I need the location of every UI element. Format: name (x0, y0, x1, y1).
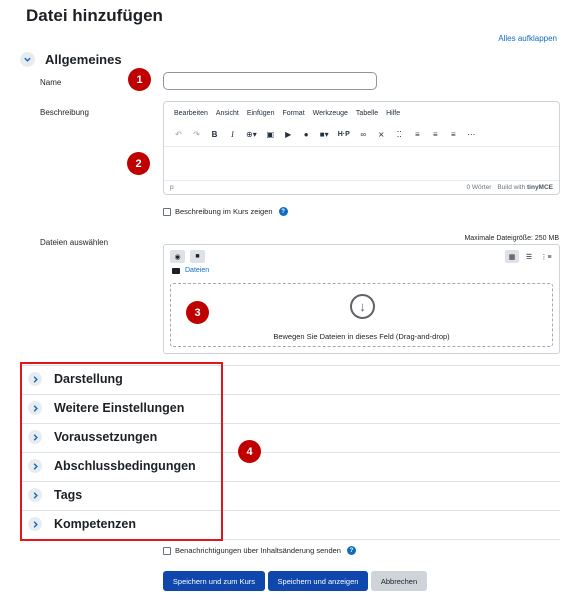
menu-table[interactable]: Tabelle (356, 110, 378, 117)
align-center-icon[interactable]: ≡ (431, 130, 440, 139)
tinymce-logo: tinyMCE (527, 184, 553, 191)
word-count: 0 Wörter (466, 184, 492, 191)
max-file-size: Maximale Dateigröße: 250 MB (464, 235, 559, 242)
undo-icon[interactable]: ↶ (174, 130, 183, 139)
help-icon[interactable]: ? (346, 546, 356, 555)
files-label: Dateien auswählen (40, 238, 109, 247)
chevron-down-icon (20, 52, 35, 67)
notify-checkbox[interactable] (163, 546, 171, 555)
menu-insert[interactable]: Einfügen (247, 110, 275, 117)
image-icon[interactable]: ▣ (266, 130, 275, 139)
description-editor: Bearbeiten Ansicht Einfügen Format Werkz… (163, 101, 560, 195)
create-folder-icon[interactable]: ■ (190, 250, 205, 263)
media-icon[interactable]: ▶ (284, 130, 293, 139)
file-manager: ◉ ■ ▦ ☰ ⋮≡ Dateien ↓ Bewegen Sie Dateien… (163, 244, 560, 354)
emoji-icon[interactable]: ⁚⁚ (395, 130, 404, 139)
build-with-label: Build with (497, 184, 526, 191)
download-arrow-icon: ↓ (350, 294, 375, 319)
editor-menubar: Bearbeiten Ansicht Einfügen Format Werkz… (174, 110, 400, 117)
bold-icon[interactable]: B (210, 130, 219, 139)
notify-label: Benachrichtigungen über Inhaltsänderung … (175, 546, 341, 555)
folder-name: Dateien (185, 267, 210, 274)
description-label: Beschreibung (40, 108, 89, 117)
align-right-icon[interactable]: ≡ (449, 130, 458, 139)
more-icon[interactable]: ⋯ (467, 130, 476, 139)
editor-path: p (170, 184, 174, 191)
add-file-icon[interactable]: ◉ (170, 250, 185, 263)
show-description-checkbox[interactable] (163, 207, 171, 216)
h5p-icon[interactable]: H·P (338, 131, 350, 138)
link-icon[interactable]: ∞ (359, 130, 368, 139)
section-general-title: Allgemeines (45, 52, 122, 67)
view-tree-icon[interactable]: ⋮≡ (539, 250, 553, 263)
help-icon[interactable]: ? (278, 207, 288, 216)
microphone-icon[interactable]: ● (302, 130, 311, 139)
name-input[interactable] (163, 72, 377, 90)
expand-all-link[interactable]: Alles aufklappen (498, 34, 557, 43)
save-display-button[interactable]: Speichern und anzeigen (268, 571, 368, 591)
editor-toolbar: ↶ ↷ B I ⊕▾ ▣ ▶ ● ■▾ H·P ∞ ⨯ ⁚⁚ ≡ ≡ ≡ ⋯ (174, 130, 476, 139)
folder-breadcrumb[interactable]: Dateien (172, 267, 209, 274)
menu-view[interactable]: Ansicht (216, 110, 239, 117)
language-icon[interactable]: ⊕▾ (246, 130, 257, 139)
step-badge-2: 2 (127, 152, 150, 175)
step-badge-1: 1 (128, 68, 151, 91)
menu-help[interactable]: Hilfe (386, 110, 400, 117)
step-badge-3: 3 (186, 301, 209, 324)
italic-icon[interactable]: I (228, 130, 237, 139)
show-description-label: Beschreibung im Kurs zeigen (175, 207, 273, 216)
redo-icon[interactable]: ↷ (192, 130, 201, 139)
save-return-button[interactable]: Speichern und zum Kurs (163, 571, 265, 591)
highlight-box (20, 362, 223, 541)
view-list-icon[interactable]: ☰ (522, 250, 536, 263)
step-badge-4: 4 (238, 440, 261, 463)
cancel-button[interactable]: Abbrechen (371, 571, 427, 591)
unlink-icon[interactable]: ⨯ (377, 130, 386, 139)
section-general-toggle[interactable]: Allgemeines (20, 52, 122, 67)
menu-edit[interactable]: Bearbeiten (174, 110, 208, 117)
editor-statusbar: p 0 Wörter Build with tinyMCE (164, 180, 559, 194)
align-left-icon[interactable]: ≡ (413, 130, 422, 139)
notify-row: Benachrichtigungen über Inhaltsänderung … (163, 546, 356, 555)
editor-content-area[interactable] (164, 146, 559, 182)
menu-format[interactable]: Format (282, 110, 304, 117)
file-dropzone[interactable]: ↓ Bewegen Sie Dateien in dieses Feld (Dr… (170, 283, 553, 347)
show-description-row: Beschreibung im Kurs zeigen ? (163, 207, 288, 216)
video-icon[interactable]: ■▾ (320, 130, 329, 139)
view-icons-icon[interactable]: ▦ (505, 250, 519, 263)
dropzone-text: Bewegen Sie Dateien in dieses Feld (Drag… (273, 332, 450, 341)
page-title: Datei hinzufügen (26, 6, 163, 25)
menu-tools[interactable]: Werkzeuge (313, 110, 348, 117)
name-label: Name (40, 78, 62, 87)
folder-icon (172, 267, 180, 274)
